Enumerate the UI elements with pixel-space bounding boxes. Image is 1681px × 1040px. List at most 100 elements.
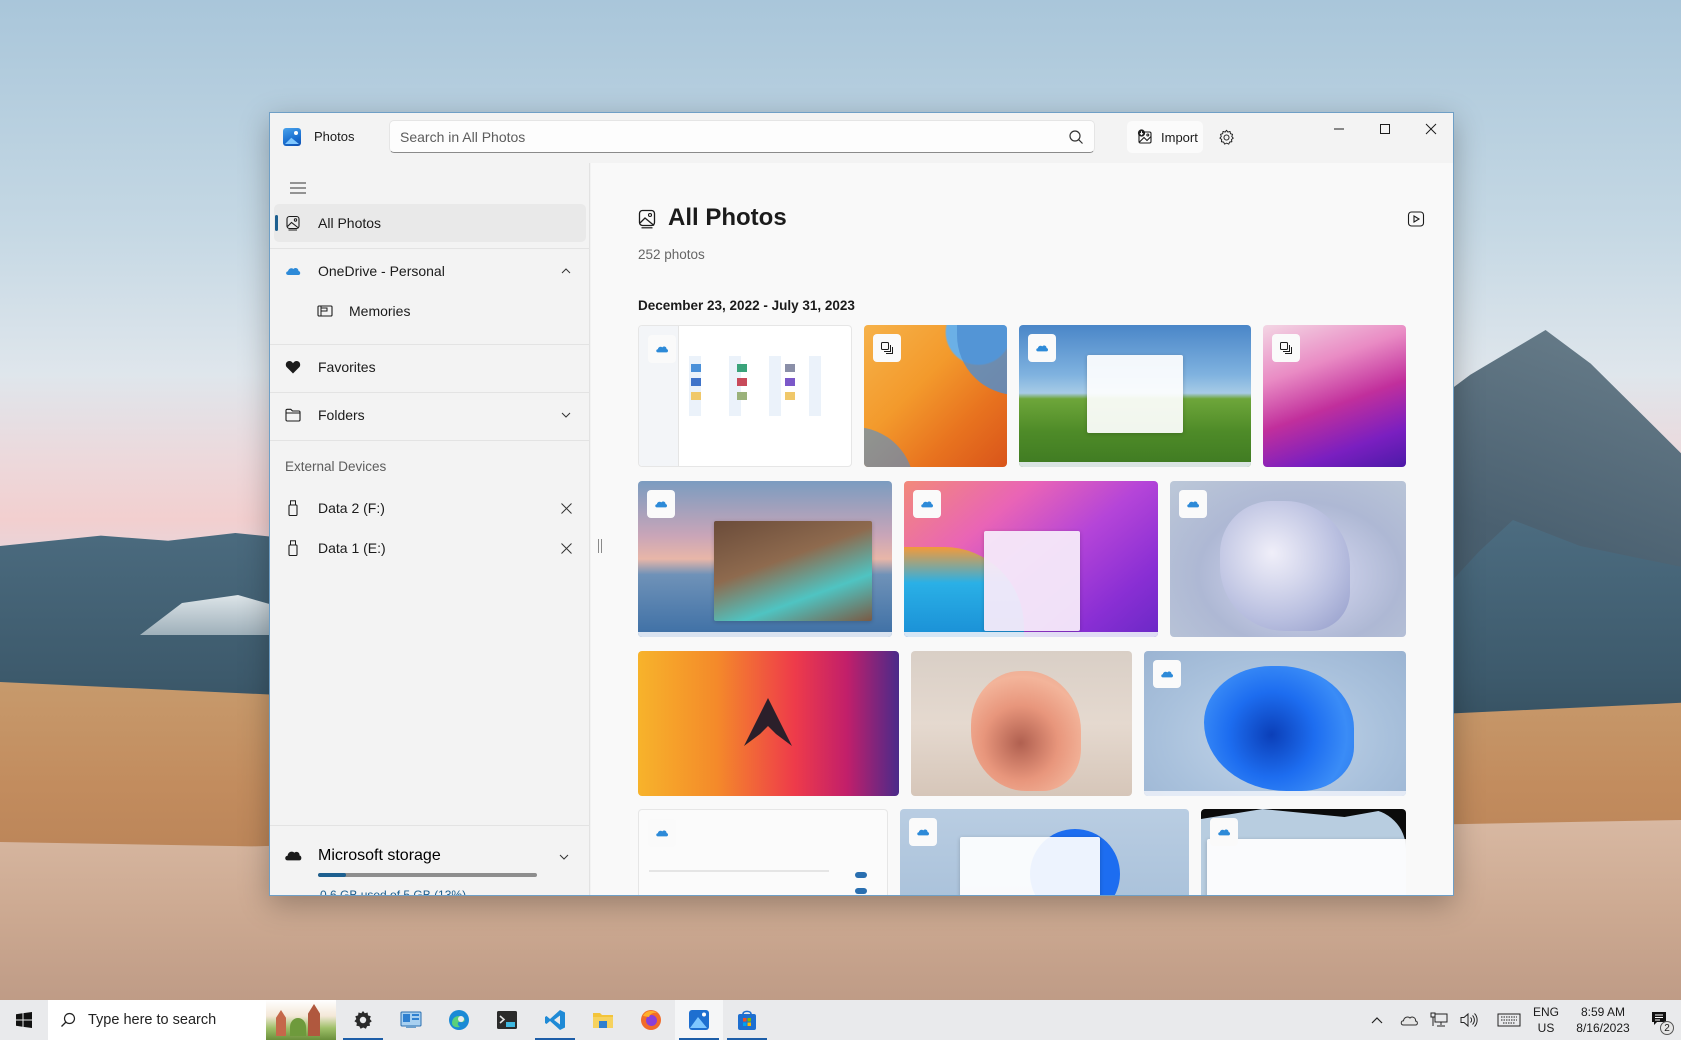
main-content: All Photos 252 photos December 23, 2022 … [591, 163, 1453, 895]
onedrive-cloud-icon [1400, 1016, 1418, 1026]
settings-gear-icon [354, 1011, 372, 1029]
external-devices-heading: External Devices [285, 459, 387, 474]
search-input[interactable] [390, 121, 1050, 152]
sidebar-item-favorites[interactable]: Favorites [274, 348, 586, 386]
storage-panel[interactable]: Microsoft storage 0.6 GB used of 5 GB (1… [270, 829, 590, 895]
sidebar-item-label: Folders [318, 407, 365, 423]
photo-thumbnail[interactable] [638, 651, 899, 796]
sidebar-item-folders[interactable]: Folders [274, 396, 586, 434]
start-button[interactable] [0, 1000, 48, 1040]
input-language-button[interactable]: ENG US [1531, 1000, 1561, 1040]
sidebar-item-all-photos[interactable]: All Photos [274, 204, 586, 242]
onedrive-badge [1210, 818, 1238, 846]
onedrive-cloud-icon [917, 829, 930, 836]
photo-thumbnail[interactable] [1263, 325, 1406, 467]
photos-window: Photos Import [269, 112, 1454, 896]
onedrive-badge [647, 490, 675, 518]
photo-thumbnail[interactable] [900, 809, 1189, 895]
chevron-down-icon[interactable] [558, 407, 574, 423]
sidebar-item-memories[interactable]: Memories [274, 292, 586, 330]
clock-button[interactable]: 8:59 AM 8/16/2023 [1566, 1000, 1640, 1040]
onedrive-cloud-icon [284, 262, 302, 280]
photo-thumbnail[interactable] [904, 481, 1158, 637]
onedrive-cloud-icon [1218, 829, 1231, 836]
date-range-heading: December 23, 2022 - July 31, 2023 [638, 298, 855, 313]
duplicates-icon [1280, 342, 1292, 354]
photo-thumbnail[interactable] [1201, 809, 1406, 895]
sidebar-item-device[interactable]: Data 1 (E:) [274, 529, 586, 567]
taskbar-search-box[interactable]: Type here to search [48, 1000, 336, 1040]
maximize-button[interactable] [1362, 113, 1408, 145]
taskbar-app-control-panel[interactable] [387, 1000, 435, 1040]
close-button[interactable] [1408, 113, 1453, 145]
photo-count: 252 photos [638, 247, 705, 262]
taskbar-app-terminal[interactable] [483, 1000, 531, 1040]
photo-thumbnail[interactable] [911, 651, 1132, 796]
remove-device-button[interactable] [556, 538, 576, 558]
control-panel-icon [400, 1011, 422, 1028]
sidebar-item-label: Data 1 (E:) [318, 540, 386, 556]
touch-keyboard-button[interactable] [1492, 1000, 1526, 1040]
search-highlight-image [266, 1000, 336, 1040]
title-bar[interactable]: Photos Import [270, 113, 1453, 163]
sidebar-item-device[interactable]: Data 2 (F:) [274, 489, 586, 527]
sidebar-divider [270, 825, 590, 826]
photo-thumbnail[interactable] [638, 481, 892, 637]
gear-icon [1218, 129, 1234, 145]
photo-thumbnail[interactable] [1170, 481, 1406, 637]
photo-thumbnail[interactable] [864, 325, 1007, 467]
sidebar: All Photos OneDrive - Personal Memories … [270, 163, 590, 895]
taskbar-app-firefox[interactable] [627, 1000, 675, 1040]
volume-tray-button[interactable] [1456, 1000, 1482, 1040]
taskbar-app-edge[interactable] [435, 1000, 483, 1040]
heart-icon [284, 358, 302, 376]
onedrive-cloud-icon [921, 501, 934, 508]
cloud-icon [284, 846, 302, 864]
chevron-down-icon[interactable] [556, 849, 572, 865]
import-button[interactable]: Import [1127, 121, 1203, 153]
sidebar-item-label: Data 2 (F:) [318, 500, 385, 516]
onedrive-badge [648, 335, 676, 363]
sidebar-item-onedrive[interactable]: OneDrive - Personal [274, 252, 586, 290]
photo-thumbnail[interactable] [638, 809, 888, 895]
search-box[interactable] [389, 120, 1095, 153]
onedrive-badge [913, 490, 941, 518]
sidebar-item-label: Favorites [318, 359, 376, 375]
photos-app-icon [283, 128, 301, 146]
onedrive-tray-button[interactable] [1396, 1000, 1422, 1040]
minimize-icon [1334, 128, 1344, 130]
pane-resize-handle[interactable] [598, 539, 602, 553]
search-icon [61, 1012, 76, 1027]
chevron-up-icon[interactable] [558, 263, 574, 279]
memories-icon [316, 302, 334, 320]
onedrive-cloud-icon [1187, 501, 1200, 508]
duplicates-badge [873, 334, 901, 362]
onedrive-badge [909, 818, 937, 846]
search-icon[interactable] [1068, 129, 1084, 145]
onedrive-cloud-icon [1036, 345, 1049, 352]
file-explorer-icon [593, 1013, 613, 1028]
photo-thumbnail[interactable] [1019, 325, 1251, 467]
photo-thumbnail[interactable] [638, 325, 852, 467]
photo-thumbnail[interactable] [1144, 651, 1406, 796]
onedrive-cloud-icon [656, 346, 669, 353]
settings-button[interactable] [1212, 123, 1240, 151]
action-center-button[interactable]: 2 [1640, 1000, 1681, 1040]
menu-button[interactable] [280, 173, 316, 203]
show-hidden-icons-button[interactable] [1365, 1000, 1389, 1040]
network-tray-button[interactable] [1426, 1000, 1452, 1040]
slideshow-button[interactable] [1407, 203, 1425, 235]
taskbar-app-photos[interactable] [675, 1000, 723, 1040]
slideshow-icon [1407, 211, 1425, 227]
minimize-button[interactable] [1316, 113, 1362, 145]
network-icon [1430, 1012, 1448, 1027]
taskbar-app-file-explorer[interactable] [579, 1000, 627, 1040]
storage-progress-fill [318, 873, 347, 877]
sidebar-item-label: Memories [349, 303, 411, 319]
photo-icon [284, 214, 302, 232]
remove-device-button[interactable] [556, 498, 576, 518]
taskbar-app-settings[interactable] [339, 1000, 387, 1040]
taskbar-app-store[interactable] [723, 1000, 771, 1040]
page-title: All Photos [668, 204, 787, 231]
taskbar-app-vscode[interactable] [531, 1000, 579, 1040]
